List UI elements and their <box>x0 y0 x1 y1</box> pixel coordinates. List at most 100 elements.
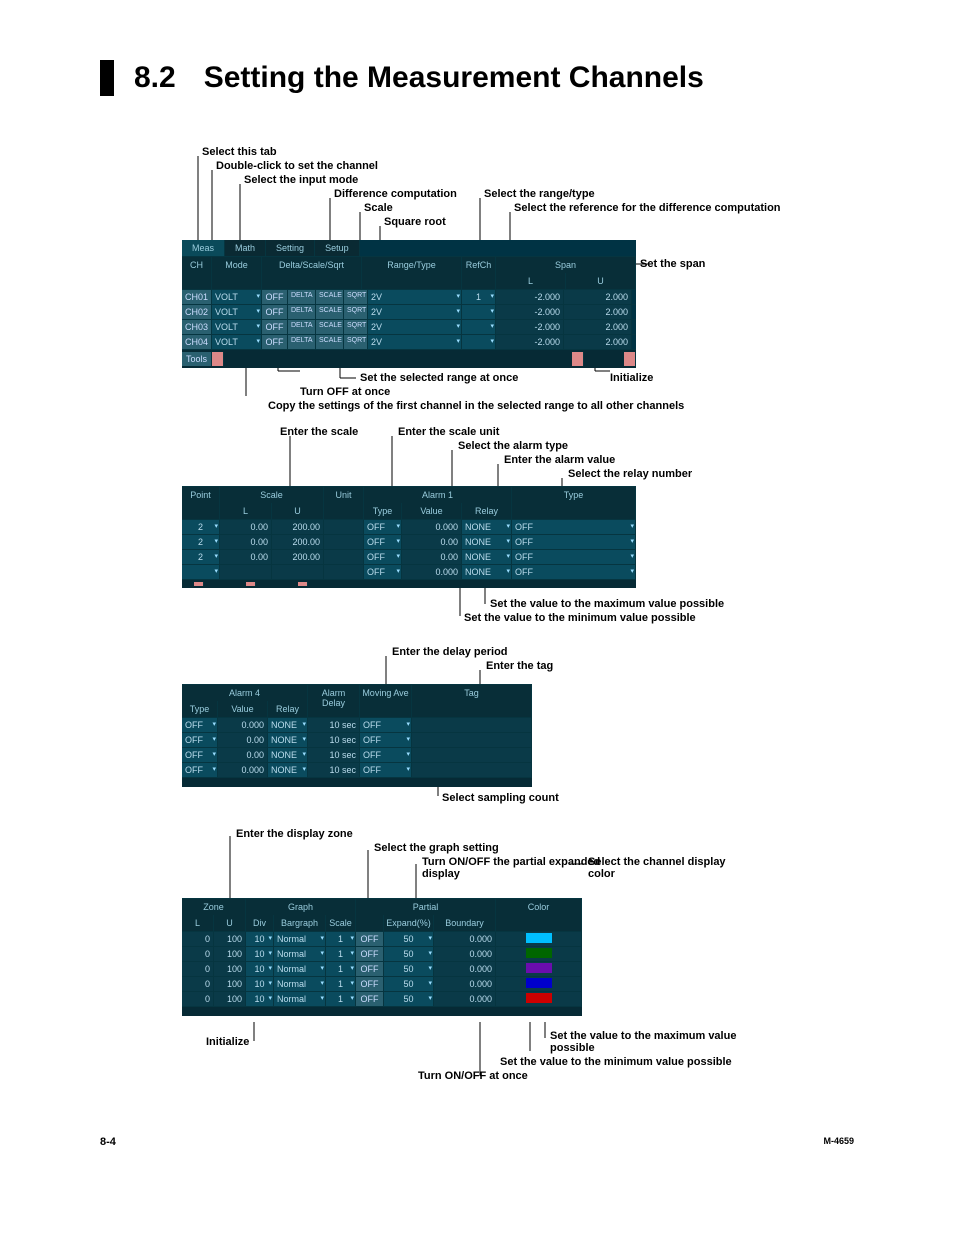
tab-math[interactable]: Math <box>225 240 266 256</box>
delay-input[interactable]: 10 sec <box>308 718 360 732</box>
bar-select[interactable]: Normal <box>274 992 326 1006</box>
table-row[interactable]: CH01VOLTOFFDELTASCALESQRT2V1-2.0002.000 <box>182 289 636 304</box>
bar-select[interactable]: Normal <box>274 977 326 991</box>
a1-value[interactable]: 0.000 <box>402 565 462 579</box>
table-row[interactable]: OFF0.00NONE10 secOFF <box>182 747 532 762</box>
off-button[interactable]: OFF <box>356 992 384 1006</box>
table-row[interactable]: OFF0.000NONE10 secOFF <box>182 717 532 732</box>
bound-input[interactable]: 0.000 <box>434 962 496 976</box>
a4-value[interactable]: 0.00 <box>218 748 268 762</box>
table-row[interactable]: 010010Normal1OFF500.000 <box>182 946 582 961</box>
refch-select[interactable] <box>462 305 496 319</box>
table-row[interactable]: 20.00200.00OFF0.000NONEOFF <box>182 519 636 534</box>
movavg-select[interactable]: OFF <box>360 733 412 747</box>
a1-relay[interactable]: NONE <box>462 535 512 549</box>
off-button[interactable]: OFF <box>356 977 384 991</box>
bound-input[interactable]: 0.000 <box>434 947 496 961</box>
div-select[interactable]: 10 <box>246 992 274 1006</box>
span-l[interactable]: -2.000 <box>496 335 564 349</box>
mode-select[interactable]: VOLT <box>212 320 262 334</box>
span-l[interactable]: -2.000 <box>496 290 564 304</box>
zone-u[interactable]: 100 <box>214 962 246 976</box>
scale-u[interactable]: 200.00 <box>272 535 324 549</box>
ch-button[interactable]: CH03 <box>182 320 212 334</box>
scale-select[interactable]: 1 <box>326 947 356 961</box>
bar-select[interactable]: Normal <box>274 962 326 976</box>
a1-type[interactable]: OFF <box>364 550 402 564</box>
table-row[interactable]: 20.00200.00OFF0.00NONEOFF <box>182 534 636 549</box>
zone-u[interactable]: 100 <box>214 947 246 961</box>
off-button[interactable]: OFF <box>356 962 384 976</box>
a1-type[interactable]: OFF <box>364 520 402 534</box>
div-select[interactable]: 10 <box>246 977 274 991</box>
ch-button[interactable]: CH04 <box>182 335 212 349</box>
a4-type[interactable]: OFF <box>182 733 218 747</box>
off-button[interactable]: OFF <box>356 932 384 946</box>
span-u[interactable]: 2.000 <box>564 335 632 349</box>
scale-l[interactable] <box>220 565 272 579</box>
span-u[interactable]: 2.000 <box>564 305 632 319</box>
tab-setup[interactable]: Setup <box>315 240 360 256</box>
zone-l[interactable]: 0 <box>182 932 214 946</box>
a1-relay[interactable]: NONE <box>462 520 512 534</box>
off-button[interactable]: OFF <box>356 947 384 961</box>
ch-button[interactable]: CH02 <box>182 305 212 319</box>
color-cell[interactable] <box>496 962 582 976</box>
table-row[interactable]: 20.00200.00OFF0.00NONEOFF <box>182 549 636 564</box>
table-row[interactable]: CH02VOLTOFFDELTASCALESQRT2V-2.0002.000 <box>182 304 636 319</box>
scale-button[interactable]: SCALE <box>316 290 344 304</box>
tag-input[interactable] <box>412 718 532 732</box>
zone-l[interactable]: 0 <box>182 962 214 976</box>
movavg-select[interactable]: OFF <box>360 748 412 762</box>
a2-type[interactable]: OFF <box>512 520 636 534</box>
a1-value[interactable]: 0.00 <box>402 535 462 549</box>
a2-type[interactable]: OFF <box>512 550 636 564</box>
scale-button[interactable]: SCALE <box>316 305 344 319</box>
zone-u[interactable]: 100 <box>214 992 246 1006</box>
refch-select[interactable]: 1 <box>462 290 496 304</box>
color-cell[interactable] <box>496 947 582 961</box>
movavg-select[interactable]: OFF <box>360 763 412 777</box>
tab-meas[interactable]: Meas <box>182 240 225 256</box>
table-row[interactable]: 010010Normal1OFF500.000 <box>182 961 582 976</box>
range-select[interactable]: 2V <box>368 320 462 334</box>
span-u[interactable]: 2.000 <box>564 290 632 304</box>
delta-button[interactable]: DELTA <box>288 320 316 334</box>
mode-select[interactable]: VOLT <box>212 290 262 304</box>
off-button[interactable]: OFF <box>262 290 288 304</box>
color-cell[interactable] <box>496 992 582 1006</box>
exp-select[interactable]: 50 <box>384 992 434 1006</box>
scale-button[interactable]: SCALE <box>316 335 344 349</box>
scale-select[interactable]: 1 <box>326 992 356 1006</box>
red-marker[interactable] <box>572 352 584 366</box>
a4-type[interactable]: OFF <box>182 763 218 777</box>
movavg-select[interactable]: OFF <box>360 718 412 732</box>
unit-input[interactable] <box>324 535 364 549</box>
scale-button[interactable]: SCALE <box>316 320 344 334</box>
delta-button[interactable]: DELTA <box>288 335 316 349</box>
point-select[interactable]: 2 <box>182 550 220 564</box>
exp-select[interactable]: 50 <box>384 962 434 976</box>
scale-u[interactable] <box>272 565 324 579</box>
a1-relay[interactable]: NONE <box>462 550 512 564</box>
zone-u[interactable]: 100 <box>214 932 246 946</box>
scale-select[interactable]: 1 <box>326 977 356 991</box>
red-marker[interactable] <box>624 352 636 366</box>
a2-type[interactable]: OFF <box>512 535 636 549</box>
delay-input[interactable]: 10 sec <box>308 763 360 777</box>
off-button[interactable]: OFF <box>262 305 288 319</box>
a1-value[interactable]: 0.00 <box>402 550 462 564</box>
unit-input[interactable] <box>324 550 364 564</box>
scale-select[interactable]: 1 <box>326 932 356 946</box>
div-select[interactable]: 10 <box>246 932 274 946</box>
a4-type[interactable]: OFF <box>182 748 218 762</box>
point-select[interactable]: 2 <box>182 520 220 534</box>
red-marker[interactable] <box>212 352 224 366</box>
point-select[interactable]: 2 <box>182 535 220 549</box>
a4-value[interactable]: 0.00 <box>218 733 268 747</box>
off-button[interactable]: OFF <box>262 335 288 349</box>
a2-type[interactable]: OFF <box>512 565 636 579</box>
a4-value[interactable]: 0.000 <box>218 718 268 732</box>
unit-input[interactable] <box>324 565 364 579</box>
zone-l[interactable]: 0 <box>182 977 214 991</box>
